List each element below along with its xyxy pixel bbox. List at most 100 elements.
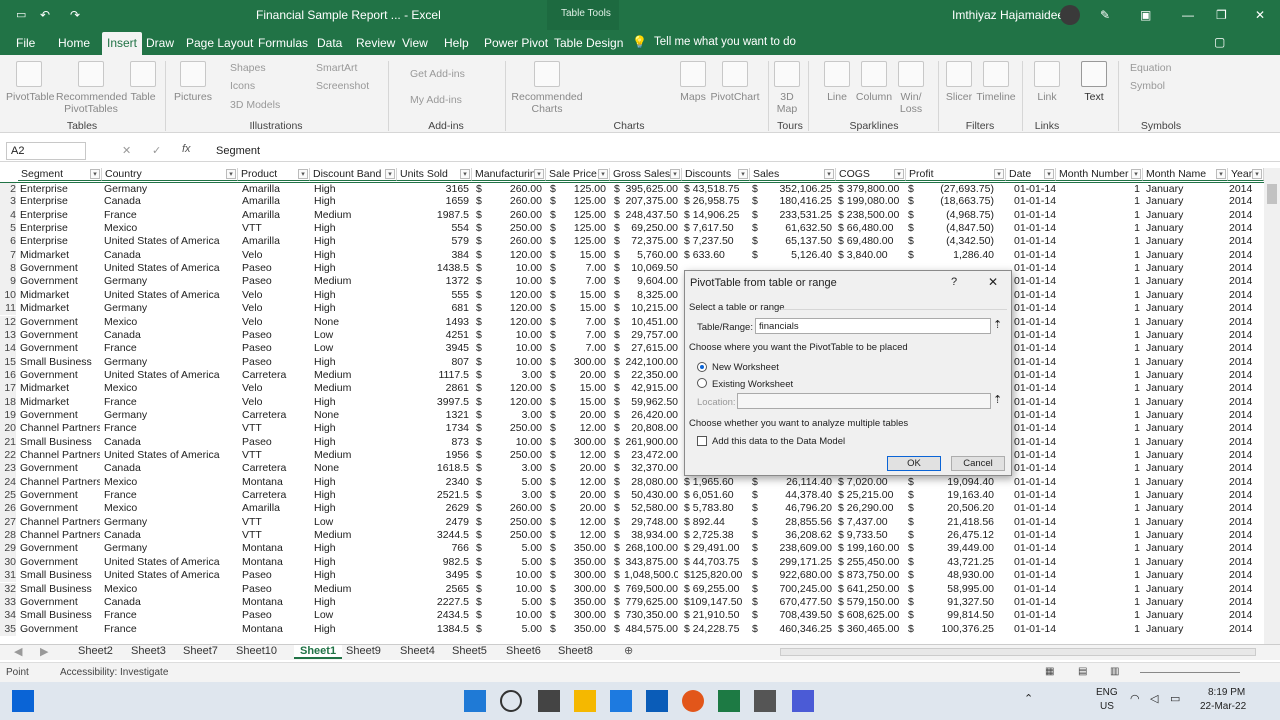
tab-data[interactable]: Data xyxy=(317,36,342,50)
tab-power-pivot[interactable]: Power Pivot xyxy=(484,36,548,50)
filter-dropdown-icon[interactable]: ▾ xyxy=(460,169,470,179)
row-number[interactable]: 10 xyxy=(0,288,16,303)
excel-icon[interactable] xyxy=(718,690,740,712)
table-row[interactable]: 27 Channel Partners Germany VTT Low 2479 $250.… xyxy=(0,515,1264,530)
file-explorer-icon[interactable] xyxy=(574,690,596,712)
smartart-button[interactable]: SmartArt xyxy=(316,62,357,74)
zoom-slider[interactable] xyxy=(1140,672,1240,673)
symbol-button[interactable]: Symbol xyxy=(1130,80,1165,92)
row-number[interactable]: 2 xyxy=(0,183,16,197)
column-header[interactable]: Date ▾ xyxy=(1006,168,1056,181)
chevron-up-icon[interactable]: ⌃ xyxy=(1024,692,1033,705)
column-header[interactable]: Manufacturing ▾ xyxy=(472,168,546,181)
horizontal-scrollbar[interactable] xyxy=(780,648,1256,656)
tab-home[interactable]: Home xyxy=(58,36,90,50)
table-row[interactable]: 28 Channel Partners Canada VTT Medium 3244.5 $… xyxy=(0,529,1264,543)
avatar[interactable] xyxy=(1060,5,1080,25)
filter-dropdown-icon[interactable]: ▾ xyxy=(670,169,680,179)
row-number[interactable]: 4 xyxy=(0,208,16,223)
row-number[interactable]: 18 xyxy=(0,395,16,409)
sheet-tab[interactable]: Sheet5 xyxy=(452,645,487,657)
filter-dropdown-icon[interactable]: ▾ xyxy=(1131,169,1141,179)
row-number[interactable]: 16 xyxy=(0,368,16,383)
row-number[interactable]: 32 xyxy=(0,582,16,596)
table-row[interactable]: 12 Government Mexico Velo None 1493 $120.00 $7.… xyxy=(0,315,1264,329)
existing-worksheet-label[interactable]: Existing Worksheet xyxy=(712,379,793,390)
column-header[interactable]: Gross Sales ▾ xyxy=(610,168,682,181)
row-number[interactable]: 33 xyxy=(0,595,16,610)
normal-view-icon[interactable]: ▦ xyxy=(1045,666,1054,677)
add-sheet-icon[interactable]: ⊕ xyxy=(624,644,633,657)
zoom-app-icon[interactable] xyxy=(792,690,814,712)
row-number[interactable]: 17 xyxy=(0,382,16,396)
row-number[interactable]: 25 xyxy=(0,489,16,503)
get-addins-button[interactable]: Get Add-ins xyxy=(410,68,465,80)
minimize-icon[interactable]: — xyxy=(1182,8,1194,22)
new-worksheet-label[interactable]: New Worksheet xyxy=(712,362,779,373)
column-header[interactable]: Country ▾ xyxy=(102,168,238,181)
comments-icon[interactable]: ▢ xyxy=(1214,35,1225,49)
row-number[interactable]: 3 xyxy=(0,195,16,209)
filter-dropdown-icon[interactable]: ▾ xyxy=(90,169,100,179)
sparkline-line-button[interactable]: Line xyxy=(822,61,852,103)
tab-insert[interactable]: Insert xyxy=(102,32,143,56)
undo-icon[interactable]: ↶ xyxy=(40,8,50,22)
ok-button[interactable]: OK xyxy=(887,456,941,471)
table-row[interactable]: 5 Enterprise Mexico VTT High 554 $250.00 $125.0… xyxy=(0,222,1264,236)
wifi-icon[interactable]: ◠ xyxy=(1130,692,1140,705)
icons-button[interactable]: Icons xyxy=(230,80,255,92)
page-layout-icon[interactable]: ▤ xyxy=(1078,666,1087,677)
sparkline-column-button[interactable]: Column xyxy=(854,61,894,103)
table-row[interactable]: 11 Midmarket Germany Velo High 681 $120.00 $15.… xyxy=(0,302,1264,316)
table-row[interactable]: 15 Small Business Germany Paseo High 807 $10.0… xyxy=(0,355,1264,369)
clock-date[interactable]: 22-Mar-22 xyxy=(1200,701,1246,712)
filter-dropdown-icon[interactable]: ▾ xyxy=(1252,169,1262,179)
filter-dropdown-icon[interactable]: ▾ xyxy=(824,169,834,179)
row-number[interactable]: 27 xyxy=(0,515,16,530)
column-header[interactable]: Sales ▾ xyxy=(750,168,836,181)
shapes-button[interactable]: Shapes xyxy=(230,62,266,74)
worksheet-grid[interactable]: Segment ▾ Country ▾ Product ▾ Discount Band ▾ Un… xyxy=(0,168,1264,644)
battery-icon[interactable]: ▭ xyxy=(1170,692,1180,705)
table-row[interactable]: 17 Midmarket Mexico Velo Medium 2861 $120.00 $1… xyxy=(0,382,1264,396)
table-row[interactable]: 29 Government Germany Montana High 766 $5.00 $3… xyxy=(0,542,1264,556)
slicer-button[interactable]: Slicer xyxy=(942,61,976,103)
row-number[interactable]: 19 xyxy=(0,408,16,423)
existing-worksheet-radio[interactable] xyxy=(697,378,707,388)
row-number[interactable]: 11 xyxy=(0,302,16,316)
table-row[interactable]: 24 Channel Partners Mexico Montana High 2340 $… xyxy=(0,475,1264,490)
table-row[interactable]: 4 Enterprise France Amarilla Medium 1987.5 $26… xyxy=(0,208,1264,223)
name-box[interactable]: A2 xyxy=(6,142,86,160)
sheet-tab[interactable]: Sheet2 xyxy=(78,645,113,657)
row-number[interactable]: 7 xyxy=(0,248,16,263)
sheet-tab[interactable]: Sheet8 xyxy=(558,645,593,657)
ribbon-display-icon[interactable]: ▣ xyxy=(1140,8,1151,22)
table-row[interactable]: 8 Government United States of America Paseo… xyxy=(0,262,1264,276)
tab-view[interactable]: View xyxy=(402,36,428,50)
row-number[interactable]: 20 xyxy=(0,422,16,436)
row-number[interactable]: 31 xyxy=(0,569,16,583)
row-number[interactable]: 34 xyxy=(0,609,16,623)
recommended-charts-button[interactable]: Recommended Charts xyxy=(510,61,584,115)
row-number[interactable]: 12 xyxy=(0,315,16,329)
pen-icon[interactable]: ✎ xyxy=(1100,8,1110,22)
row-number[interactable]: 23 xyxy=(0,462,16,476)
accessibility-status[interactable]: Accessibility: Investigate xyxy=(60,667,168,678)
maximize-icon[interactable]: ❐ xyxy=(1216,8,1227,22)
pivottable-button[interactable]: PivotTable xyxy=(6,61,54,103)
autosave-icon[interactable]: ▭ xyxy=(16,8,26,21)
tab-review[interactable]: Review xyxy=(356,36,395,50)
data-model-checkbox[interactable] xyxy=(697,436,707,446)
table-row[interactable]: 31 Small Business United States of America… xyxy=(0,569,1264,583)
row-number[interactable]: 6 xyxy=(0,235,16,249)
page-break-icon[interactable]: ▥ xyxy=(1110,666,1119,677)
app-icon[interactable] xyxy=(754,690,776,712)
row-number[interactable]: 24 xyxy=(0,475,16,490)
location-input[interactable] xyxy=(737,393,991,409)
column-header[interactable]: COGS ▾ xyxy=(836,168,906,181)
new-worksheet-radio[interactable] xyxy=(697,362,707,372)
table-row[interactable]: 34 Small Business France Paseo Low 2434.5 $10.… xyxy=(0,609,1264,623)
column-header[interactable]: Year ▾ xyxy=(1228,168,1264,181)
recommended-pivottables-button[interactable]: Recommended PivotTables xyxy=(56,61,127,115)
tab-draw[interactable]: Draw xyxy=(146,36,174,50)
